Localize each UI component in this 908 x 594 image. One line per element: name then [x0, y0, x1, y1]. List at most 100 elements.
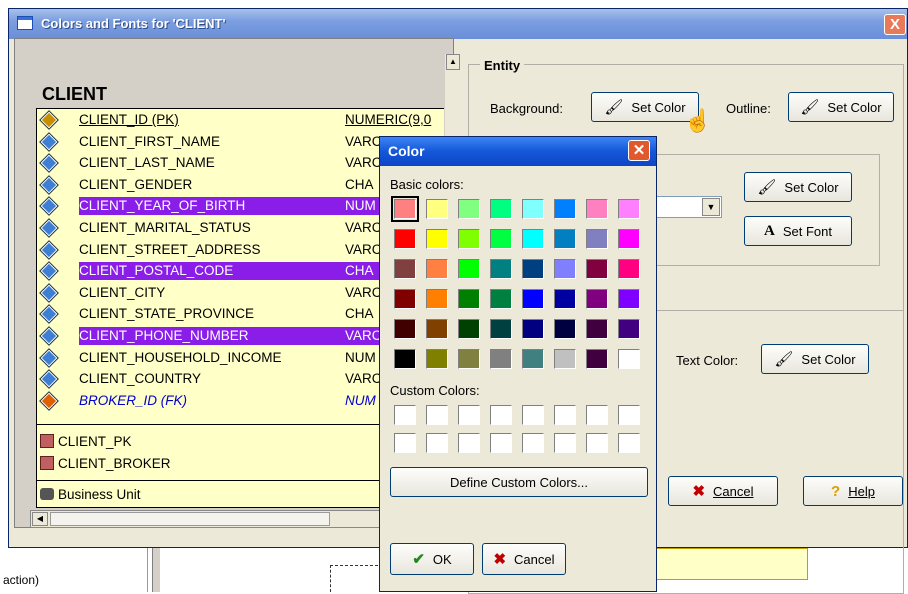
attribute-type: CHA	[345, 176, 374, 192]
basic-color-swatch[interactable]	[490, 289, 512, 309]
set-font-button[interactable]: A Set Font	[744, 216, 852, 246]
basic-color-swatch[interactable]	[554, 259, 576, 279]
basic-color-swatch[interactable]	[394, 229, 416, 249]
background-relationship-line	[330, 565, 378, 566]
basic-color-swatch[interactable]	[394, 289, 416, 309]
basic-color-swatch[interactable]	[458, 259, 480, 279]
color-dialog-title-bar[interactable]: Color ✕	[380, 137, 656, 166]
basic-color-swatch[interactable]	[522, 199, 544, 219]
custom-color-swatch[interactable]	[522, 433, 544, 453]
paint-brush-icon: 🖌	[604, 99, 624, 116]
basic-color-swatch[interactable]	[618, 349, 640, 369]
basic-color-swatch[interactable]	[490, 259, 512, 279]
attribute-set-color-button[interactable]: 🖌 Set Color	[744, 172, 852, 202]
basic-color-swatch[interactable]	[490, 199, 512, 219]
basic-color-swatch[interactable]	[522, 349, 544, 369]
title-bar[interactable]: Colors and Fonts for 'CLIENT' X	[9, 9, 907, 39]
custom-color-swatch[interactable]	[490, 433, 512, 453]
cancel-button[interactable]: ✖ Cancel	[668, 476, 778, 506]
ok-button[interactable]: ✔ OK	[390, 543, 474, 575]
background-label: Background:	[490, 101, 563, 116]
custom-color-swatch[interactable]	[458, 433, 480, 453]
basic-color-swatch[interactable]	[426, 319, 448, 339]
custom-color-swatch[interactable]	[618, 405, 640, 425]
basic-color-swatch[interactable]	[618, 259, 640, 279]
custom-color-swatch[interactable]	[586, 405, 608, 425]
help-button[interactable]: ? Help	[803, 476, 903, 506]
color-cancel-button[interactable]: ✖ Cancel	[482, 543, 566, 575]
custom-color-swatch[interactable]	[554, 433, 576, 453]
custom-color-swatch[interactable]	[618, 433, 640, 453]
background-splitter[interactable]	[152, 548, 160, 592]
attribute-name: CLIENT_STREET_ADDRESS	[79, 241, 261, 257]
basic-color-swatch[interactable]	[426, 349, 448, 369]
scroll-up-icon[interactable]: ▲	[446, 54, 460, 70]
attribute-type: NUM	[345, 392, 376, 408]
custom-color-swatch[interactable]	[586, 433, 608, 453]
basic-color-swatch[interactable]	[586, 259, 608, 279]
define-custom-colors-button[interactable]: Define Custom Colors...	[390, 467, 648, 497]
basic-color-swatch[interactable]	[394, 259, 416, 279]
custom-color-swatch[interactable]	[394, 433, 416, 453]
key-row[interactable]: CLIENT_BROKER	[40, 456, 171, 471]
horizontal-scroll-thumb[interactable]	[50, 512, 330, 526]
attribute-icon	[39, 153, 59, 174]
basic-color-swatch[interactable]	[586, 289, 608, 309]
custom-color-swatch[interactable]	[426, 405, 448, 425]
basic-color-swatch[interactable]	[426, 229, 448, 249]
basic-color-swatch[interactable]	[554, 289, 576, 309]
basic-color-swatch[interactable]	[391, 196, 419, 222]
attribute-icon	[39, 239, 59, 260]
basic-color-swatch[interactable]	[490, 229, 512, 249]
basic-color-swatch[interactable]	[426, 289, 448, 309]
basic-color-swatch[interactable]	[426, 199, 448, 219]
basic-color-swatch[interactable]	[554, 199, 576, 219]
custom-color-swatch[interactable]	[458, 405, 480, 425]
basic-color-swatch[interactable]	[426, 259, 448, 279]
basic-color-swatch[interactable]	[394, 349, 416, 369]
basic-color-swatch[interactable]	[618, 199, 640, 219]
attribute-type: VARC	[345, 220, 382, 235]
custom-color-swatch[interactable]	[554, 405, 576, 425]
basic-color-swatch[interactable]	[490, 349, 512, 369]
basic-color-swatch[interactable]	[458, 319, 480, 339]
chevron-down-icon[interactable]: ▼	[702, 198, 720, 216]
basic-color-swatch[interactable]	[554, 349, 576, 369]
hand-cursor-icon: ☝	[684, 108, 712, 133]
basic-color-swatch[interactable]	[586, 229, 608, 249]
custom-color-swatch[interactable]	[394, 405, 416, 425]
basic-color-swatch[interactable]	[522, 289, 544, 309]
basic-color-swatch[interactable]	[618, 289, 640, 309]
outline-set-color-button[interactable]: 🖌 Set Color	[788, 92, 894, 122]
scroll-left-icon[interactable]: ◀	[32, 512, 48, 526]
basic-color-swatch[interactable]	[458, 229, 480, 249]
basic-color-swatch[interactable]	[522, 259, 544, 279]
basic-color-swatch[interactable]	[490, 319, 512, 339]
close-button[interactable]: X	[884, 14, 906, 35]
attribute-icon	[39, 218, 59, 238]
basic-color-swatch[interactable]	[586, 349, 608, 369]
basic-color-swatch[interactable]	[586, 319, 608, 339]
background-set-color-button[interactable]: 🖌 Set Color	[591, 92, 699, 122]
basic-color-swatch[interactable]	[554, 319, 576, 339]
custom-color-swatch[interactable]	[490, 405, 512, 425]
text-set-color-button[interactable]: 🖌 Set Color	[761, 344, 869, 374]
attribute-icon	[39, 261, 59, 282]
basic-color-swatch[interactable]	[458, 349, 480, 369]
basic-color-swatch[interactable]	[394, 319, 416, 339]
basic-color-swatch[interactable]	[522, 229, 544, 249]
basic-color-swatch[interactable]	[522, 319, 544, 339]
attribute-row[interactable]: CLIENT_ID (PK) NUMERIC(9,0	[39, 110, 455, 130]
basic-colors-label: Basic colors:	[390, 177, 464, 192]
basic-color-swatch[interactable]	[554, 229, 576, 249]
basic-color-swatch[interactable]	[618, 229, 640, 249]
custom-color-swatch[interactable]	[522, 405, 544, 425]
basic-color-swatch[interactable]	[458, 289, 480, 309]
custom-color-swatch[interactable]	[426, 433, 448, 453]
basic-color-swatch[interactable]	[618, 319, 640, 339]
basic-color-swatch[interactable]	[586, 199, 608, 219]
key-row[interactable]: CLIENT_PK	[40, 434, 132, 449]
color-dialog-close-button[interactable]: ✕	[628, 140, 650, 161]
attribute-name: CLIENT_LAST_NAME	[79, 155, 215, 171]
basic-color-swatch[interactable]	[458, 199, 480, 219]
